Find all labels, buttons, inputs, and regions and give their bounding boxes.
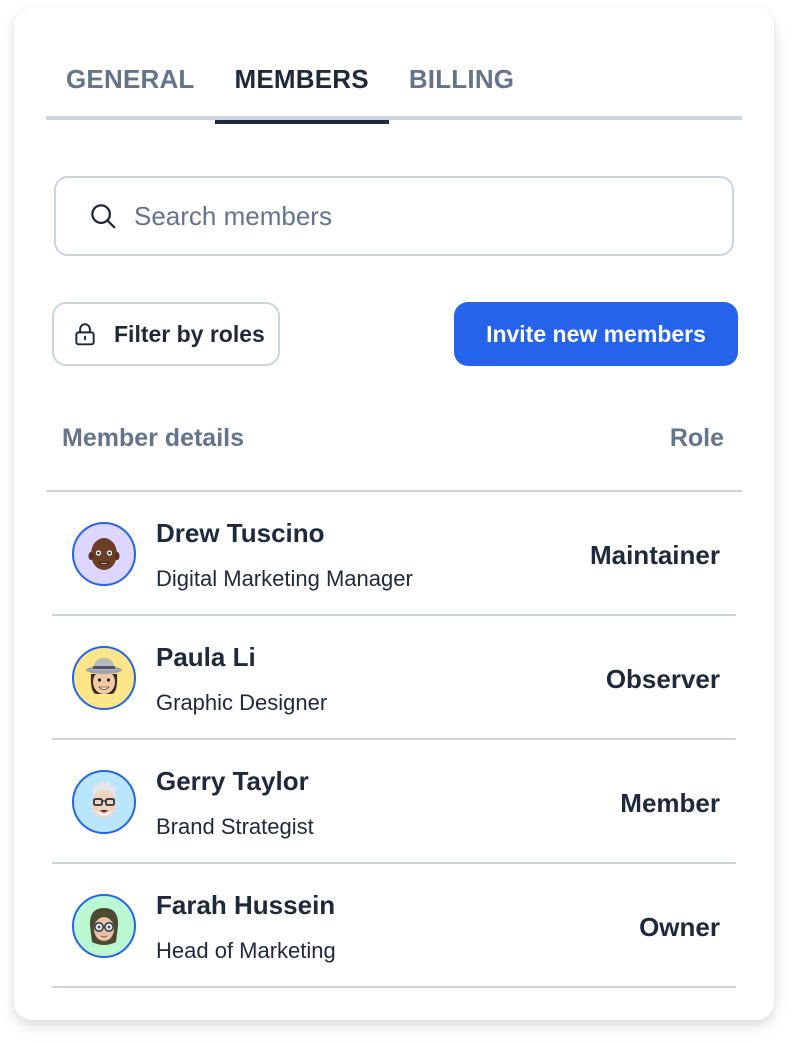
tab-general[interactable]: GENERAL <box>46 58 215 120</box>
tab-billing[interactable]: BILLING <box>389 58 534 120</box>
tab-members[interactable]: MEMBERS <box>214 58 390 124</box>
avatar <box>72 770 136 834</box>
avatar <box>72 894 136 958</box>
members-list: Drew Tuscino Digital Marketing Manager M… <box>52 492 736 988</box>
memoji-avatar-icon <box>88 538 120 570</box>
lock-icon <box>75 323 95 346</box>
member-role: Observer <box>605 664 720 694</box>
search-input[interactable] <box>134 200 694 232</box>
members-settings-card: GENERAL MEMBERS BILLING Filter by roles … <box>14 8 774 1020</box>
memoji-avatar-icon <box>92 782 116 818</box>
search-icon <box>91 204 116 229</box>
member-title: Brand Strategist <box>156 814 314 839</box>
member-role: Maintainer <box>589 540 720 570</box>
member-row[interactable]: Drew Tuscino Digital Marketing Manager M… <box>52 492 736 616</box>
member-role: Owner <box>639 912 720 942</box>
search-box <box>54 176 734 256</box>
member-title: Digital Marketing Manager <box>156 566 413 591</box>
member-name: Paula Li <box>156 642 256 672</box>
member-name: Drew Tuscino <box>156 518 325 548</box>
memoji-avatar-icon <box>86 658 122 694</box>
member-role: Member <box>620 788 720 818</box>
member-row[interactable]: Gerry Taylor Brand Strategist Member <box>52 740 736 864</box>
member-title: Head of Marketing <box>156 938 336 963</box>
member-row[interactable]: Farah Hussein Head of Marketing Owner <box>52 864 736 988</box>
invite-new-members-button[interactable]: Invite new members <box>454 302 738 366</box>
avatar <box>72 646 136 710</box>
column-header-member-details: Member details <box>62 424 245 452</box>
member-title: Graphic Designer <box>156 690 328 715</box>
filter-by-roles-button[interactable]: Filter by roles <box>52 302 280 366</box>
member-name: Gerry Taylor <box>156 766 309 796</box>
member-name: Farah Hussein <box>156 890 336 920</box>
member-row[interactable]: Paula Li Graphic Designer Observer <box>52 616 736 740</box>
settings-tabs: GENERAL MEMBERS BILLING <box>46 58 742 124</box>
column-header-role: Role <box>669 424 724 452</box>
table-header: Member details Role <box>46 418 742 492</box>
avatar <box>72 522 136 586</box>
memoji-avatar-icon <box>89 908 119 945</box>
filter-button-label: Filter by roles <box>114 320 265 347</box>
